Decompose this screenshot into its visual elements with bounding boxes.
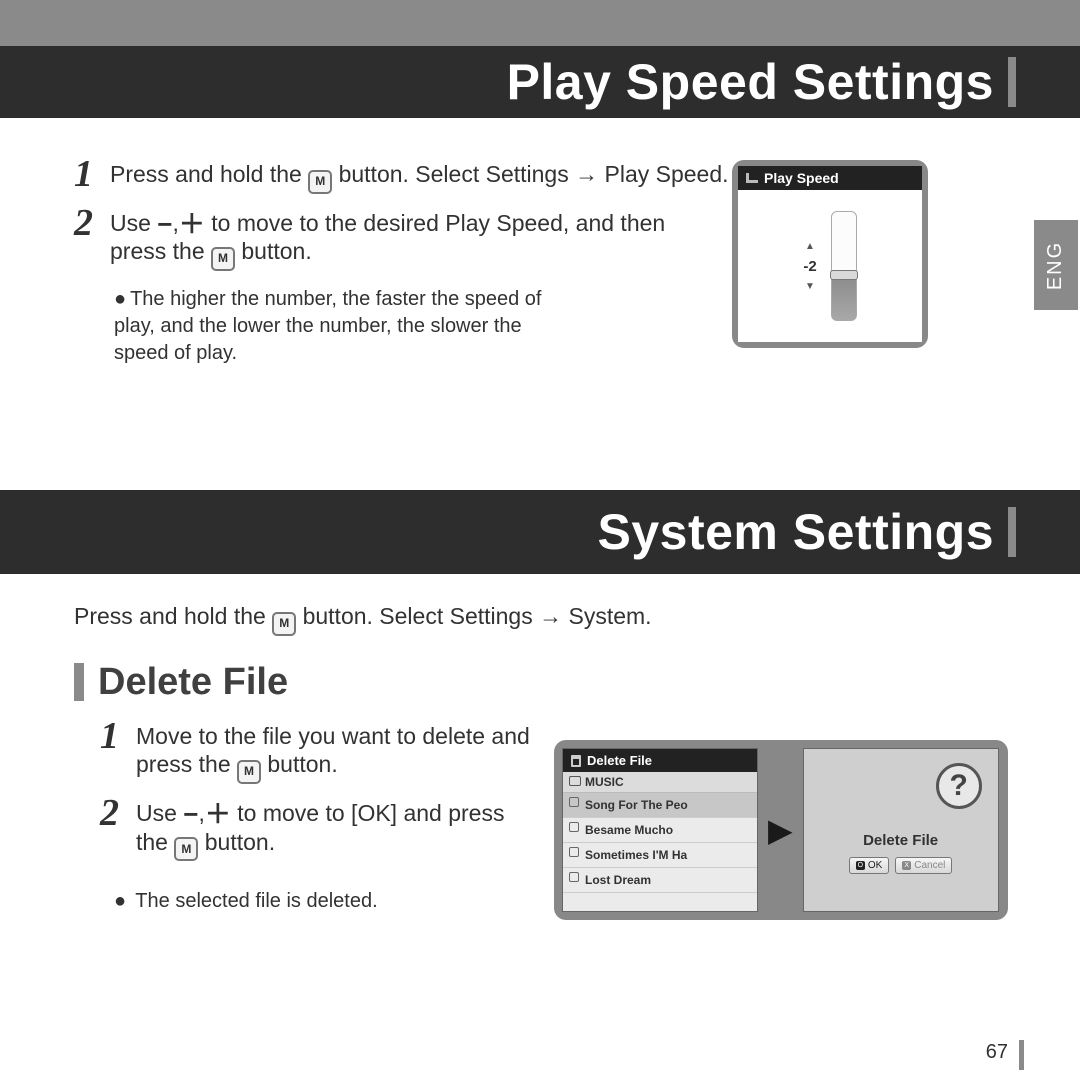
playspeed-titlebar: Play Speed [738, 166, 922, 190]
playspeed-title: Play Speed [764, 170, 839, 186]
text-fragment: Use [136, 800, 183, 826]
section1-title: Play Speed Settings [507, 53, 994, 111]
m-button-icon: M [237, 760, 261, 784]
note-text: The selected file is deleted. [135, 890, 377, 912]
text-fragment: Use [110, 210, 157, 236]
step-number: 2 [100, 799, 128, 828]
trash-icon [571, 755, 581, 767]
section1-note: ●The higher the number, the faster the s… [114, 286, 574, 367]
text-fragment: Press and hold the [74, 603, 272, 629]
page-number: 67 [986, 1041, 1008, 1064]
list-item[interactable]: Besame Mucho [563, 818, 757, 843]
delete-file-subheading: Delete File [74, 661, 1020, 704]
note-text: The higher the number, the faster the sp… [114, 288, 541, 364]
step-text: Use −,＋ to move to [OK] and press the M … [136, 799, 536, 858]
step-number: 1 [100, 722, 128, 751]
m-button-icon: M [308, 170, 332, 194]
ok-badge-icon: O [856, 861, 865, 870]
step-number: 2 [74, 209, 102, 238]
language-tab: ENG [1034, 220, 1078, 310]
step-number: 1 [74, 160, 102, 189]
m-button-icon: M [211, 247, 235, 271]
right-arrow-icon: ▶ [768, 811, 793, 849]
cancel-badge-icon: X [902, 861, 911, 870]
heading-divider-icon [1008, 57, 1016, 107]
delete-confirm-caption: Delete File [863, 832, 938, 849]
playspeed-value-column: ▲ -2 ▼ [803, 241, 816, 292]
text-fragment: button. Select Settings → Play Speed. [339, 161, 729, 187]
subheading-text: Delete File [98, 661, 288, 704]
delete-confirm-screen: ? Delete File O OK X Cancel [803, 748, 999, 912]
language-tab-label: ENG [1045, 240, 1068, 289]
cancel-button[interactable]: X Cancel [895, 857, 952, 874]
delete-file-category: MUSIC [563, 772, 757, 793]
text-fragment: button. [267, 751, 337, 777]
playspeed-value: -2 [803, 258, 816, 275]
question-icon: ? [936, 763, 982, 809]
delete-file-list-screen: Delete File MUSIC Song For The PeoBesame… [562, 748, 758, 912]
delete-file-device: Delete File MUSIC Song For The PeoBesame… [554, 740, 1008, 920]
up-arrow-icon: ▲ [805, 241, 815, 252]
text-fragment: button. Select Settings → System. [303, 603, 652, 629]
text-fragment: button. [241, 238, 311, 264]
delete-file-titlebar: Delete File [563, 749, 757, 772]
m-button-icon: M [272, 612, 296, 636]
ok-button[interactable]: O OK [849, 857, 889, 874]
text-fragment: button. [205, 829, 275, 855]
bullet-icon: ● [114, 890, 126, 912]
text-fragment: Press and hold the [110, 161, 308, 187]
playspeed-screen: Play Speed ▲ -2 ▼ [738, 166, 922, 342]
heading-divider-icon [1008, 507, 1016, 557]
section2-intro: Press and hold the M button. Select Sett… [74, 602, 774, 633]
step-text: Use −,＋ to move to the desired Play Spee… [110, 209, 710, 268]
section2-note: ● The selected file is deleted. [114, 888, 614, 915]
list-item[interactable]: Sometimes I'M Ha [563, 843, 757, 868]
playspeed-slider [831, 211, 857, 321]
m-button-icon: M [174, 837, 198, 861]
step-text: Press and hold the M button. Select Sett… [110, 160, 729, 191]
ok-label: OK [868, 860, 882, 871]
page-divider-icon [1019, 1040, 1024, 1070]
delete-file-rows: Song For The PeoBesame MuchoSometimes I'… [563, 793, 757, 893]
cancel-label: Cancel [914, 860, 945, 871]
delete-confirm-buttons: O OK X Cancel [849, 857, 953, 874]
subheading-bar-icon [74, 663, 84, 701]
list-item[interactable]: Lost Dream [563, 868, 757, 893]
step-text: Move to the file you want to delete and … [136, 722, 546, 781]
settings-list-icon [746, 173, 758, 183]
section2-title: System Settings [597, 503, 994, 561]
playspeed-device: Play Speed ▲ -2 ▼ [732, 160, 928, 348]
bullet-icon: ● [114, 288, 126, 310]
top-gray-strip [0, 0, 1080, 46]
section1-heading-bar: Play Speed Settings [0, 46, 1080, 118]
down-arrow-icon: ▼ [805, 281, 815, 292]
list-item[interactable]: Song For The Peo [563, 793, 757, 818]
delete-file-title: Delete File [587, 753, 652, 768]
playspeed-body: ▲ -2 ▼ [738, 190, 922, 342]
section2-heading-bar: System Settings [0, 490, 1080, 574]
